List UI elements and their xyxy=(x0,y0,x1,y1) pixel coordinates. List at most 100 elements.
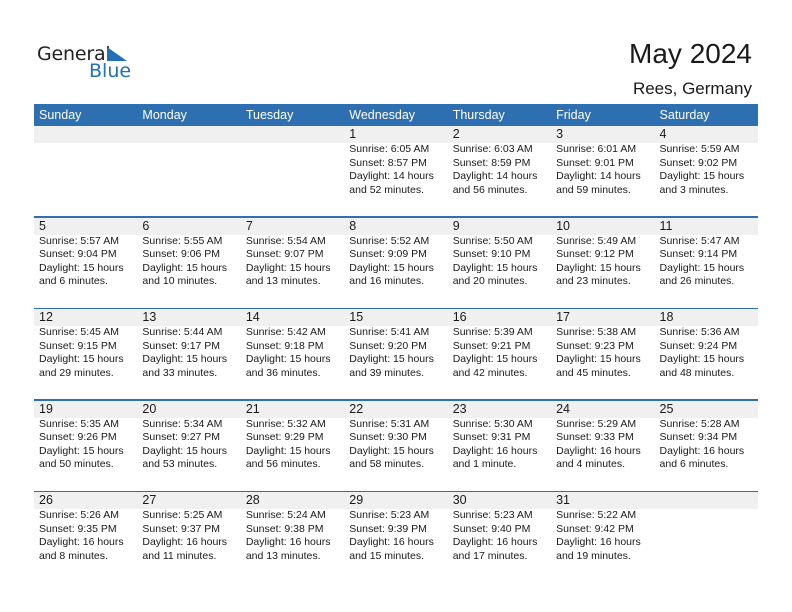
daylight-minutes: and 29 minutes. xyxy=(39,366,114,379)
day-cell: 11 Sunrise: 5:47 AM Sunset: 9:14 PM Dayligh… xyxy=(655,218,758,289)
week-row: 12 Sunrise: 5:45 AM Sunset: 9:15 PM Dayligh… xyxy=(34,309,758,399)
daylight-minutes: and 42 minutes. xyxy=(452,366,528,379)
day-number: 16 xyxy=(452,310,467,324)
sunset-time: Sunset: 9:12 PM xyxy=(556,248,634,260)
sunset-time: Sunset: 9:30 PM xyxy=(349,431,427,443)
daylight-minutes: and 39 minutes. xyxy=(349,366,424,379)
daylight-minutes: and 17 minutes. xyxy=(452,549,528,562)
daylight-hours: Daylight: 16 hours xyxy=(349,536,434,548)
day-cell: 24 Sunrise: 5:29 AM Sunset: 9:33 PM Dayligh… xyxy=(551,401,654,472)
sunset-time: Sunset: 9:38 PM xyxy=(245,522,324,535)
sunrise-time: Sunrise: 5:31 AM xyxy=(349,417,430,430)
daylight-minutes: and 48 minutes. xyxy=(659,366,735,379)
sunset-time: Sunset: 9:15 PM xyxy=(39,339,117,352)
day-cell: 28 Sunrise: 5:24 AM Sunset: 9:38 PM Dayligh… xyxy=(241,492,344,563)
daylight-hours: Daylight: 14 hours xyxy=(349,170,434,182)
day-number: 17 xyxy=(556,310,571,324)
day-number: 11 xyxy=(659,218,673,233)
day-cell: 22 Sunrise: 5:31 AM Sunset: 9:30 PM Dayligh… xyxy=(344,401,447,472)
logo-triangle-icon xyxy=(107,47,127,61)
sunrise-time: Sunrise: 5:59 AM xyxy=(659,143,740,155)
day-cell: 1 Sunrise: 6:05 AM Sunset: 8:57 PM Daylight… xyxy=(344,126,447,197)
day-cell: 6 Sunrise: 5:55 AM Sunset: 9:06 PM Daylight… xyxy=(137,218,240,289)
day-number: 14 xyxy=(245,310,260,324)
daylight-hours: Daylight: 16 hours xyxy=(39,536,124,548)
day-cell: 12 Sunrise: 5:45 AM Sunset: 9:15 PM Dayligh… xyxy=(34,309,137,380)
day-cell: 29 Sunrise: 5:23 AM Sunset: 9:39 PM Dayligh… xyxy=(344,492,447,563)
daylight-minutes: and 13 minutes. xyxy=(245,549,321,562)
day-number: 6 xyxy=(142,218,150,233)
sunset-time: Sunset: 9:10 PM xyxy=(452,248,531,260)
week-row: 19 Sunrise: 5:35 AM Sunset: 9:26 PM Dayligh… xyxy=(34,400,758,491)
day-cell: 7 Sunrise: 5:54 AM Sunset: 9:07 PM Daylight… xyxy=(241,218,344,289)
daylight-hours: Daylight: 16 hours xyxy=(142,536,228,548)
sunset-time: Sunset: 9:42 PM xyxy=(556,522,634,535)
day-number: 3 xyxy=(556,127,564,141)
sunset-time: Sunset: 9:35 PM xyxy=(39,522,117,535)
sunrise-time: Sunrise: 5:26 AM xyxy=(39,509,119,521)
day-cell: 27 Sunrise: 5:25 AM Sunset: 9:37 PM Dayligh… xyxy=(137,492,240,563)
day-number: 19 xyxy=(39,401,53,416)
sunset-time: Sunset: 9:21 PM xyxy=(452,339,531,352)
day-cell: 30 Sunrise: 5:23 AM Sunset: 9:40 PM Dayligh… xyxy=(448,492,551,563)
sunrise-time: Sunrise: 6:03 AM xyxy=(452,143,533,155)
day-number: 7 xyxy=(245,218,253,233)
sunset-time: Sunset: 8:59 PM xyxy=(452,156,531,169)
daylight-hours: Daylight: 15 hours xyxy=(659,170,745,182)
weekday-tuesday: Tuesday xyxy=(245,108,294,122)
daylight-minutes: and 13 minutes. xyxy=(245,275,321,287)
daylight-hours: Daylight: 15 hours xyxy=(245,353,331,365)
day-cell: 19 Sunrise: 5:35 AM Sunset: 9:26 PM Dayligh… xyxy=(34,401,137,472)
week-row: 5 Sunrise: 5:57 AM Sunset: 9:04 PM Daylight… xyxy=(34,217,758,308)
day-cell: 15 Sunrise: 5:41 AM Sunset: 9:20 PM Dayligh… xyxy=(344,309,447,380)
daylight-hours: Daylight: 15 hours xyxy=(142,353,228,365)
sunrise-time: Sunrise: 5:52 AM xyxy=(349,234,430,247)
sunrise-time: Sunrise: 5:45 AM xyxy=(39,326,119,338)
sunset-time: Sunset: 9:07 PM xyxy=(245,248,324,260)
sunrise-time: Sunrise: 5:39 AM xyxy=(452,326,533,338)
day-number: 25 xyxy=(659,401,674,416)
daylight-hours: Daylight: 15 hours xyxy=(452,261,538,274)
sunrise-time: Sunrise: 5:25 AM xyxy=(142,509,223,521)
day-number: 27 xyxy=(142,493,157,507)
sunrise-time: Sunrise: 5:32 AM xyxy=(245,417,326,430)
sunrise-time: Sunrise: 5:54 AM xyxy=(245,234,326,247)
sunset-time: Sunset: 9:02 PM xyxy=(659,156,738,169)
day-cell: 2 Sunrise: 6:03 AM Sunset: 8:59 PM Daylight… xyxy=(448,126,551,197)
empty-day-number xyxy=(246,126,344,143)
logo-text-blue: Blue xyxy=(89,60,132,82)
daylight-minutes: and 33 minutes. xyxy=(142,366,218,379)
empty-day-cell xyxy=(137,126,240,197)
daylight-hours: Daylight: 15 hours xyxy=(659,261,745,274)
weeks-container: 1 Sunrise: 6:05 AM Sunset: 8:57 PM Daylight… xyxy=(34,126,758,582)
sunset-time: Sunset: 9:20 PM xyxy=(349,339,427,352)
daylight-minutes: and 6 minutes. xyxy=(39,275,108,287)
day-cell: 4 Sunrise: 5:59 AM Sunset: 9:02 PM Daylight… xyxy=(655,126,758,197)
sunset-time: Sunset: 9:17 PM xyxy=(142,339,221,352)
day-number: 26 xyxy=(39,493,53,507)
daylight-hours: Daylight: 14 hours xyxy=(556,170,641,182)
sunset-time: Sunset: 9:06 PM xyxy=(142,248,221,260)
calendar-grid: Sunday Monday Tuesday Wednesday Thursday… xyxy=(34,104,758,582)
daylight-minutes: and 15 minutes. xyxy=(349,549,424,562)
day-cell: 3 Sunrise: 6:01 AM Sunset: 9:01 PM Daylight… xyxy=(551,126,654,197)
sunrise-time: Sunrise: 5:44 AM xyxy=(142,326,223,338)
daylight-hours: Daylight: 15 hours xyxy=(349,261,434,274)
sunset-time: Sunset: 9:27 PM xyxy=(142,431,221,443)
sunrise-time: Sunrise: 5:35 AM xyxy=(39,417,119,430)
daylight-hours: Daylight: 15 hours xyxy=(245,444,331,457)
daylight-minutes: and 52 minutes. xyxy=(349,183,424,196)
daylight-hours: Daylight: 16 hours xyxy=(556,444,641,457)
sunset-time: Sunset: 8:57 PM xyxy=(349,156,427,169)
daylight-hours: Daylight: 16 hours xyxy=(452,444,538,457)
day-number: 4 xyxy=(659,127,667,141)
logo: General Blue xyxy=(37,43,137,83)
sunrise-time: Sunrise: 5:34 AM xyxy=(142,417,223,430)
daylight-minutes: and 56 minutes. xyxy=(245,458,321,470)
day-number: 29 xyxy=(349,493,364,507)
sunrise-time: Sunrise: 5:47 AM xyxy=(659,234,740,247)
weekday-header-row: Sunday Monday Tuesday Wednesday Thursday… xyxy=(34,104,758,126)
daylight-hours: Daylight: 15 hours xyxy=(39,261,124,274)
day-cell: 5 Sunrise: 5:57 AM Sunset: 9:04 PM Daylight… xyxy=(34,218,137,289)
sunrise-time: Sunrise: 5:42 AM xyxy=(245,326,326,338)
